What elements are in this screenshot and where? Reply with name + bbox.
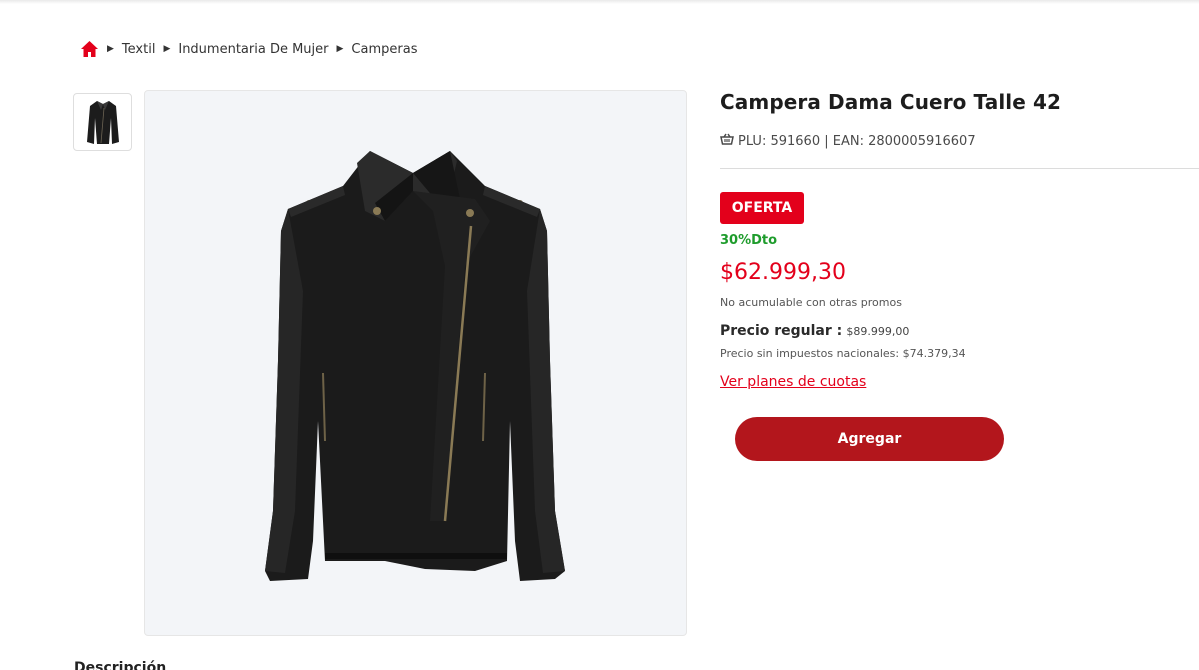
home-icon[interactable]	[80, 40, 99, 58]
product-thumbnail[interactable]	[73, 93, 132, 151]
regular-price-label: Precio regular :	[720, 323, 843, 339]
divider	[720, 168, 1199, 169]
breadcrumb-item-textil[interactable]: Textil	[122, 42, 156, 57]
top-bar-shadow	[0, 0, 1199, 4]
offer-badge: OFERTA	[720, 192, 804, 224]
tax-free-price: Precio sin impuestos nacionales: $74.379…	[720, 347, 966, 360]
product-main-image[interactable]	[144, 90, 687, 636]
basket-icon	[720, 133, 734, 149]
breadcrumb-item-camperas[interactable]: Camperas	[351, 42, 417, 57]
description-heading: Descripción	[74, 660, 167, 670]
breadcrumb: ▶ Textil ▶ Indumentaria De Mujer ▶ Campe…	[80, 40, 417, 58]
caret-right-icon: ▶	[336, 44, 344, 54]
jacket-image	[265, 151, 565, 581]
discount-label: 30%Dto	[720, 233, 778, 248]
add-to-cart-button[interactable]: Agregar	[735, 417, 1004, 461]
installments-link[interactable]: Ver planes de cuotas	[720, 374, 866, 390]
regular-price-value: $89.999,00	[846, 325, 910, 338]
regular-price: Precio regular : $89.999,00	[720, 323, 909, 339]
offer-price: $62.999,30	[720, 260, 846, 285]
promo-note: No acumulable con otras promos	[720, 296, 902, 309]
plu-ean-text: PLU: 591660 | EAN: 2800005916607	[738, 133, 976, 149]
product-title: Campera Dama Cuero Talle 42	[720, 90, 1061, 114]
caret-right-icon: ▶	[163, 44, 171, 54]
jacket-thumbnail-image	[86, 101, 119, 144]
breadcrumb-item-indumentaria[interactable]: Indumentaria De Mujer	[178, 42, 328, 57]
caret-right-icon: ▶	[107, 44, 114, 54]
product-codes: PLU: 591660 | EAN: 2800005916607	[720, 133, 976, 149]
